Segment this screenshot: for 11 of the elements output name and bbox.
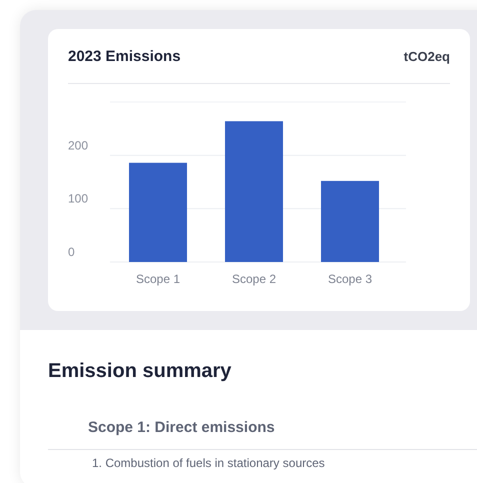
section-heading: Emission summary <box>48 360 232 383</box>
y-tick-label: 100 <box>68 192 88 206</box>
y-tick-label: 0 <box>68 245 75 259</box>
x-tick-label: Scope 1 <box>136 272 180 286</box>
y-tick-label: 200 <box>68 138 88 152</box>
list-item: 1. Combustion of fuels in stationary sources <box>92 456 326 470</box>
x-tick-label: Scope 2 <box>232 272 276 286</box>
chart-title: 2023 Emissions <box>68 48 181 64</box>
x-tick-label: Scope 3 <box>328 272 372 286</box>
subsection-title: Scope 1: Direct emissions <box>88 419 276 436</box>
unit-label: tCO2eq <box>404 48 450 64</box>
